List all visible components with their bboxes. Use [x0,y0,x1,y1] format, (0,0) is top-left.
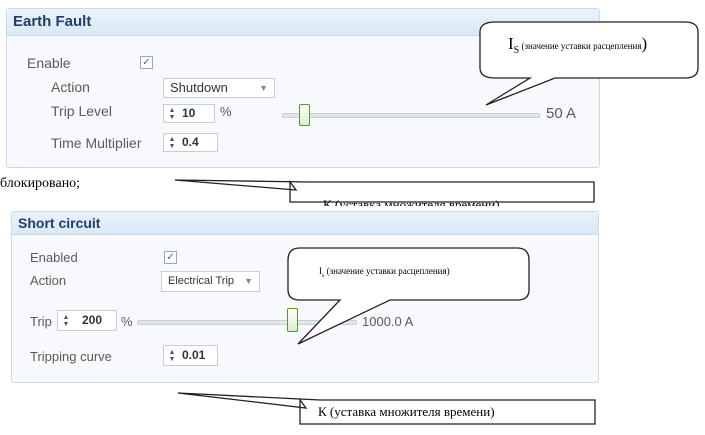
short-circuit-action-select[interactable]: Electrical Trip ▼ [161,271,260,292]
callout-is-small-desc: (значение уставки расцепления) [324,266,450,276]
earth-fault-enable-checkbox[interactable]: ✓ [140,56,153,69]
short-circuit-tripping-curve-value: 0.01 [182,348,206,362]
stepper-arrows-icon[interactable]: ▲ ▼ [168,349,176,363]
callout-is-large-close: ) [641,34,648,53]
earth-fault-action-value: Shutdown [170,80,228,95]
stepper-arrows-icon[interactable]: ▲ ▼ [62,314,70,328]
short-circuit-trip-label: Trip [30,314,52,329]
short-circuit-trip-slider-track[interactable] [137,320,357,325]
callout-is-large-desc: (значение уставки расцепления [519,41,642,51]
short-circuit-tripping-curve-label: Tripping curve [30,349,112,364]
earth-fault-action-select[interactable]: Shutdown ▼ [163,78,275,98]
earth-fault-time-multiplier-value: 0.4 [182,135,199,149]
short-circuit-trip-value: 200 [82,313,103,327]
earth-fault-title: Earth Fault [13,13,92,30]
earth-fault-trip-current: 50 A [546,105,577,122]
earth-fault-time-multiplier-stepper[interactable]: ▲ ▼ 0.4 [163,133,218,152]
earth-fault-time-multiplier-label: Time Multiplier [51,135,142,151]
short-circuit-enabled-label: Enabled [30,250,78,265]
earth-fault-trip-level-stepper[interactable]: ▲ ▼ 10 [163,104,215,123]
chevron-down-icon: ▼ [244,276,253,286]
short-circuit-title: Short circuit [18,215,101,231]
short-circuit-action-value: Electrical Trip [168,275,235,287]
short-circuit-trip-unit: % [121,314,133,329]
earth-fault-trip-level-unit: % [220,104,232,119]
callout-is-large-text: IS (значение уставки расцепления) [508,34,647,56]
short-circuit-trip-slider-thumb[interactable] [287,308,298,332]
short-circuit-action-label: Action [30,273,67,288]
stepper-arrows-icon[interactable]: ▲ ▼ [168,107,176,121]
callout-is-small-text: Is (значение уставки расцепления) [319,266,450,279]
earth-fault-trip-slider-thumb[interactable] [299,104,310,126]
short-circuit-tripping-curve-stepper[interactable]: ▲ ▼ 0.01 [163,345,218,366]
chevron-down-icon: ▼ [259,83,268,93]
callout-k-bottom-text: К (уставка множителя времени) [318,404,495,419]
short-circuit-header: Short circuit [12,212,598,235]
short-circuit-enabled-checkbox[interactable]: ✓ [164,251,177,264]
earth-fault-header: Earth Fault [7,9,599,36]
blocked-note: блокировано; [0,176,81,191]
stepper-arrows-icon[interactable]: ▲ ▼ [168,136,176,150]
earth-fault-trip-slider-track[interactable] [282,113,540,118]
earth-fault-trip-level-label: Trip Level [51,103,112,119]
earth-fault-action-label: Action [51,79,90,95]
earth-fault-enable-label: Enable [27,55,71,71]
callout-k-top-text: К (уставка множителя времени) [323,197,500,206]
earth-fault-trip-level-value: 10 [182,106,196,120]
short-circuit-trip-stepper[interactable]: ▲ ▼ 200 [57,310,117,331]
short-circuit-trip-current: 1000.0 A [362,314,414,329]
